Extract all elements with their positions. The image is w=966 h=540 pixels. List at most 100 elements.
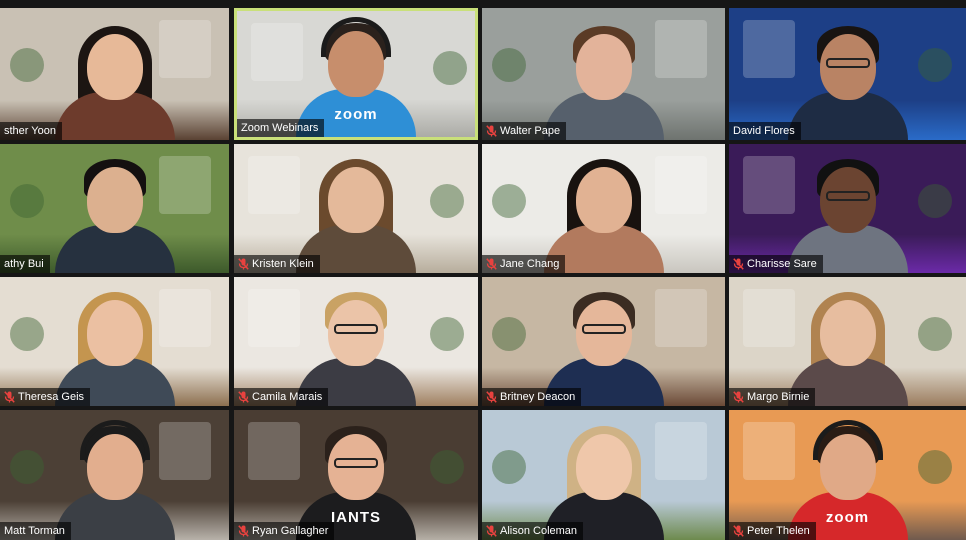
background-plant [918, 48, 952, 82]
participant-name-tag: sther Yoon [0, 122, 62, 140]
video-feed [482, 410, 725, 540]
video-feed [729, 144, 966, 273]
participant-tile[interactable]: Charisse Sare [729, 144, 966, 273]
participant-name-tag: Charisse Sare [729, 255, 823, 273]
video-feed [0, 410, 229, 540]
participant-name-tag: Matt Torman [0, 522, 71, 540]
mic-muted-icon [486, 125, 497, 137]
background-plant [430, 317, 464, 351]
mic-muted-icon [733, 391, 744, 403]
background-plant [492, 184, 526, 218]
participant-name-tag: David Flores [729, 122, 801, 140]
background-plant [918, 184, 952, 218]
mic-muted-icon [238, 525, 249, 537]
video-feed: zoom [729, 410, 966, 540]
participant-video [45, 153, 185, 273]
mic-muted-icon [238, 258, 249, 270]
face [575, 167, 632, 233]
video-feed: IANTS [234, 410, 478, 540]
participant-name: Walter Pape [500, 125, 561, 137]
video-feed [729, 277, 966, 406]
participant-name-tag: Peter Thelen [729, 522, 816, 540]
participant-name-tag: Ryan Gallagher [234, 522, 335, 540]
participant-name-tag: Margo Birnie [729, 388, 816, 406]
glasses [334, 324, 378, 334]
participant-name-tag: Zoom Webinars [237, 119, 325, 137]
headset-icon [812, 420, 883, 460]
mic-muted-icon [238, 391, 249, 403]
mic-muted-icon [4, 391, 15, 403]
participant-tile[interactable]: athy Bui [0, 144, 229, 273]
participant-tile[interactable]: Alison Coleman [482, 410, 725, 540]
video-feed [482, 277, 725, 406]
participant-tile[interactable]: sther Yoon [0, 8, 229, 140]
background-plant [430, 450, 464, 484]
participant-tile[interactable]: Walter Pape [482, 8, 725, 140]
face [86, 34, 143, 100]
background-plant [10, 48, 44, 82]
participant-name-tag: Camila Marais [234, 388, 329, 406]
participant-name: Peter Thelen [747, 525, 810, 537]
participant-tile[interactable]: Britney Deacon [482, 277, 725, 406]
participant-tile[interactable]: Margo Birnie [729, 277, 966, 406]
video-feed [482, 144, 725, 273]
face [819, 300, 876, 366]
background-plant [918, 317, 952, 351]
participant-name-tag: athy Bui [0, 255, 50, 273]
glasses [581, 324, 626, 334]
participant-name: Ryan Gallagher [252, 525, 329, 537]
face [86, 300, 143, 366]
participant-tile[interactable]: Camila Marais [234, 277, 478, 406]
participant-name: sther Yoon [4, 125, 56, 137]
mic-muted-icon [486, 525, 497, 537]
participant-name: Alison Coleman [500, 525, 578, 537]
background-plant [10, 450, 44, 484]
background-plant [10, 317, 44, 351]
participant-name-tag: Jane Chang [482, 255, 566, 273]
background-plant [492, 48, 526, 82]
participant-name-tag: Alison Coleman [482, 522, 584, 540]
participant-name: athy Bui [4, 258, 44, 270]
glasses [334, 458, 378, 468]
participant-tile[interactable]: zoom Zoom Webinars [234, 8, 478, 140]
participant-name: Matt Torman [4, 525, 65, 537]
participant-video [45, 20, 185, 140]
background-plant [492, 317, 526, 351]
mic-muted-icon [733, 258, 744, 270]
participant-name: Charisse Sare [747, 258, 817, 270]
participant-name: Zoom Webinars [241, 122, 319, 134]
headset-icon [79, 420, 150, 460]
video-feed [234, 277, 478, 406]
participant-name: Jane Chang [500, 258, 560, 270]
video-feed [0, 277, 229, 406]
participant-tile[interactable]: Theresa Geis [0, 277, 229, 406]
mic-muted-icon [733, 525, 744, 537]
participant-name: Theresa Geis [18, 391, 85, 403]
participant-name: Kristen Klein [252, 258, 314, 270]
participant-tile[interactable]: IANTS Ryan Gallagher [234, 410, 478, 540]
face [328, 167, 384, 233]
background-plant [430, 184, 464, 218]
glasses [825, 191, 870, 201]
background-plant [10, 184, 44, 218]
participant-name: Britney Deacon [500, 391, 576, 403]
participant-name-tag: Britney Deacon [482, 388, 582, 406]
face [575, 34, 632, 100]
participant-tile[interactable]: Matt Torman [0, 410, 229, 540]
participant-name-tag: Walter Pape [482, 122, 567, 140]
participant-tile[interactable]: Kristen Klein [234, 144, 478, 273]
video-feed [482, 8, 725, 140]
participant-tile[interactable]: Jane Chang [482, 144, 725, 273]
participant-name-tag: Kristen Klein [234, 255, 320, 273]
background-plant [433, 51, 467, 85]
participant-name: David Flores [733, 125, 795, 137]
participant-tile[interactable]: David Flores [729, 8, 966, 140]
background-plant [492, 450, 526, 484]
participant-name: Margo Birnie [747, 391, 810, 403]
face [575, 434, 632, 500]
participant-tile[interactable]: zoom Peter Thelen [729, 410, 966, 540]
video-feed [729, 8, 966, 140]
mic-muted-icon [486, 391, 497, 403]
video-feed [0, 8, 229, 140]
face [86, 167, 143, 233]
